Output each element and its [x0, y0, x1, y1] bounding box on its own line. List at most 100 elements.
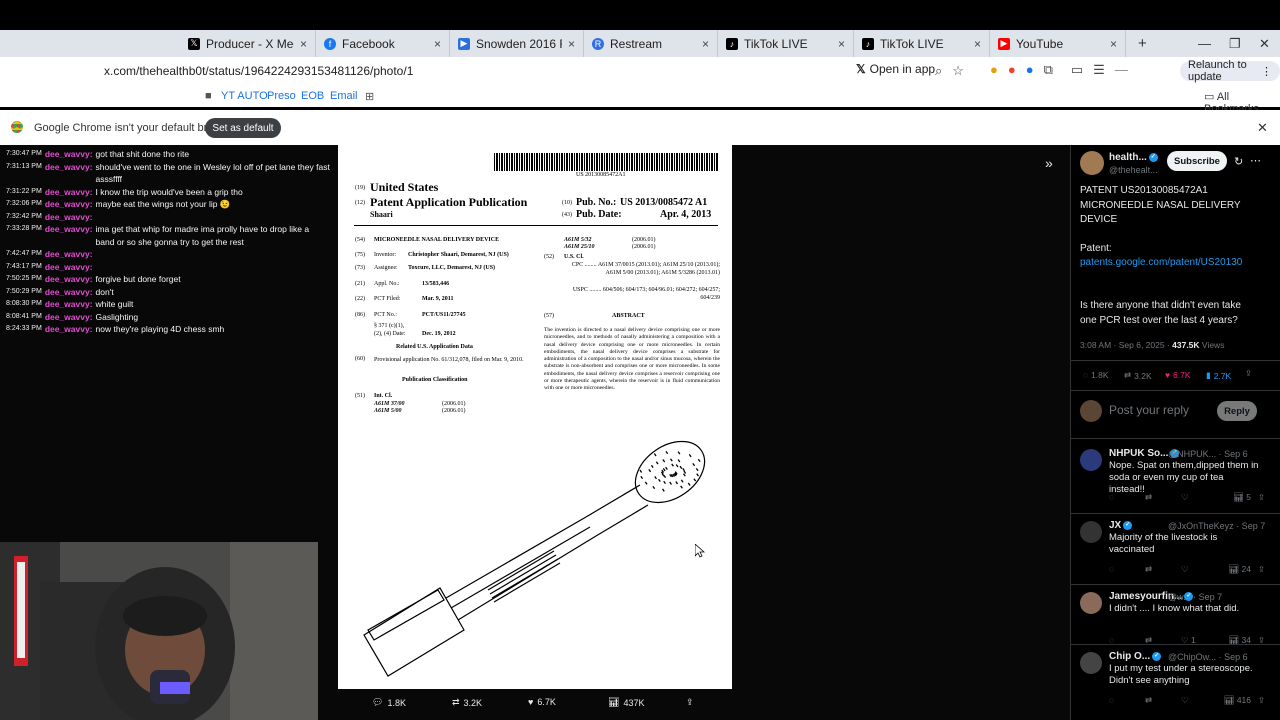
reply-actions: ◌ ⇄ ♡ 📊︎ 416 ⇪: [1109, 695, 1265, 706]
pub-date: Apr. 4, 2013: [660, 209, 712, 220]
reply-handle[interactable]: @JxOnTheKeyz · Sep 7: [1168, 521, 1265, 531]
patent-document-image[interactable]: US 20130085472A1 (19) United States (12)…: [338, 145, 732, 689]
provisional: Provisional application No. 61/312,078, …: [374, 357, 524, 363]
reply-author[interactable]: Chip O... ✓: [1109, 651, 1162, 662]
reply-handle[interactable]: @w... · Sep 7: [1168, 592, 1222, 602]
reply-input[interactable]: Post your reply: [1109, 403, 1189, 417]
author-handle[interactable]: @thehealt...: [1109, 165, 1158, 175]
zoom-icon[interactable]: ⌕: [935, 63, 942, 79]
pub-no-label: Pub. No.:: [576, 197, 617, 208]
reply-avatar[interactable]: [1080, 449, 1102, 471]
relaunch-button[interactable]: Relaunch to update ⋮: [1180, 59, 1280, 83]
heart-icon[interactable]: ♡: [1181, 564, 1211, 575]
views-stat[interactable]: 📊︎ 24: [1211, 564, 1251, 575]
close-icon[interactable]: ×: [838, 37, 845, 51]
tab-label: Restream: [610, 36, 663, 51]
reply-avatar[interactable]: [1080, 592, 1102, 614]
field-num: (12): [355, 200, 365, 206]
close-icon[interactable]: ×: [434, 37, 441, 51]
reply-icon[interactable]: ◌: [1109, 564, 1145, 575]
maximize-icon[interactable]: ❐: [1229, 30, 1241, 57]
open-in-app-button[interactable]: 𝕏 Open in app: [856, 62, 935, 76]
author-avatar[interactable]: [1080, 151, 1104, 175]
inventor-short: Shaari: [370, 210, 393, 219]
inventor: Christopher Shaari, Demarest, NJ (US): [408, 252, 509, 258]
new-tab-icon[interactable]: +: [1138, 35, 1147, 52]
tab-restream[interactable]: R Restream ×: [584, 30, 718, 57]
post-bookmarks-stat[interactable]: ▮ 2.7K: [1206, 370, 1231, 381]
tab-search-icon[interactable]: ☰: [1093, 62, 1105, 78]
share-icon[interactable]: ⇪: [1251, 564, 1265, 575]
share-icon[interactable]: ⇪: [1251, 492, 1265, 503]
view-count[interactable]: 📊︎ 437K: [608, 697, 644, 708]
post-reposts-stat[interactable]: ⇄ 3.2K: [1124, 370, 1152, 381]
uscl-label: U.S. Cl.: [564, 254, 584, 260]
post-likes-stat[interactable]: ♥ 6.7K: [1165, 370, 1191, 380]
subscribe-button[interactable]: Subscribe: [1167, 151, 1227, 171]
close-icon[interactable]: ×: [702, 37, 709, 51]
close-icon[interactable]: ✕: [1257, 120, 1268, 136]
minimize-icon[interactable]: —: [1198, 30, 1211, 57]
bookmark-email[interactable]: Email: [330, 90, 358, 102]
views-stat[interactable]: 📊︎ 416: [1211, 695, 1251, 706]
puzzle-icon[interactable]: ⧉: [1044, 62, 1053, 78]
repost-icon[interactable]: ⇄: [1145, 695, 1181, 706]
reply-handle[interactable]: @ChipOw... · Sep 6: [1168, 652, 1248, 662]
reply-avatar[interactable]: [1080, 652, 1102, 674]
collapse-sidebar-icon[interactable]: »: [1045, 155, 1053, 171]
chat-message: 7:31:13 PM dee_wavvy: should've went to th…: [0, 161, 330, 186]
close-window-icon[interactable]: ✕: [1259, 30, 1270, 57]
star-icon[interactable]: ☆: [952, 63, 964, 79]
repost-count[interactable]: ⇄ 3.2K: [452, 697, 482, 708]
apps-grid-icon[interactable]: ⊞: [365, 90, 374, 103]
close-icon[interactable]: ×: [1110, 37, 1117, 51]
extension-icon[interactable]: ●: [1008, 62, 1016, 78]
tab-tiktok-1[interactable]: ♪ TikTok LIVE ×: [718, 30, 854, 57]
reply-icon[interactable]: ◌: [1109, 492, 1145, 503]
bristle: [658, 478, 661, 483]
bristle: [680, 479, 684, 483]
reply-handle[interactable]: @NHPUK... · Sep 6: [1168, 449, 1248, 459]
close-icon[interactable]: ×: [974, 37, 981, 51]
bristle: [650, 464, 654, 469]
bristle: [675, 481, 679, 485]
repost-icon[interactable]: ⇄: [1145, 492, 1181, 503]
reply-count[interactable]: 💬︎ 1.8K: [372, 697, 406, 708]
patent-link[interactable]: patents.google.com/patent/US20130: [1080, 257, 1242, 268]
post-replies-stat[interactable]: ◌ 1.8K: [1083, 370, 1109, 380]
tab-snowden[interactable]: ▶ Snowden 2016 Full movi ×: [450, 30, 584, 57]
reply-icon[interactable]: ◌: [1109, 695, 1145, 706]
views-stat[interactable]: 📊︎ 5: [1211, 492, 1251, 503]
post-time[interactable]: 3:08 AM · Sep 6, 2025 ·: [1080, 340, 1172, 350]
bristle: [670, 458, 673, 462]
heart-icon[interactable]: ♡: [1181, 695, 1211, 706]
heart-icon[interactable]: ♡: [1181, 492, 1211, 503]
author-name[interactable]: health... ✓: [1109, 152, 1158, 163]
share-icon[interactable]: ⇪: [1251, 695, 1265, 706]
post-detail-sidebar: [1070, 145, 1280, 720]
field-num: (57): [544, 313, 554, 319]
reply-author[interactable]: JX ✓: [1109, 520, 1133, 531]
extension-icon[interactable]: ●: [990, 62, 998, 78]
divider: [1071, 644, 1280, 645]
more-icon[interactable]: ⋯: [1250, 154, 1261, 167]
tab-facebook[interactable]: f Facebook ×: [316, 30, 450, 57]
divider: [1071, 390, 1280, 391]
tab-youtube[interactable]: ▶ YouTube ×: [990, 30, 1126, 57]
reply-button[interactable]: Reply: [1217, 401, 1257, 421]
sidebar-icon[interactable]: ▭: [1071, 62, 1083, 78]
classification-heading: Publication Classification: [402, 377, 468, 383]
share-icon[interactable]: ⇪: [686, 697, 694, 708]
tab-tiktok-2[interactable]: ♪ TikTok LIVE ×: [854, 30, 990, 57]
chat-message: 8:24:33 PM dee_wavvy: now they're playing …: [0, 323, 330, 336]
reply-avatar[interactable]: [1080, 521, 1102, 543]
grok-icon[interactable]: ↻: [1234, 155, 1243, 168]
repost-icon[interactable]: ⇄: [1145, 564, 1181, 575]
uspc: USPC ........ 604/506; 604/173; 604/96.0…: [572, 287, 720, 301]
close-icon[interactable]: ×: [568, 37, 575, 51]
like-count[interactable]: ♥ 6.7K: [528, 697, 556, 707]
heart-icon: ♥: [528, 697, 534, 707]
reply-handle-label: @JxOnTheKeyz: [1168, 521, 1234, 531]
extension-icon[interactable]: ●: [1026, 62, 1034, 78]
share-icon[interactable]: ⇪: [1245, 368, 1252, 379]
